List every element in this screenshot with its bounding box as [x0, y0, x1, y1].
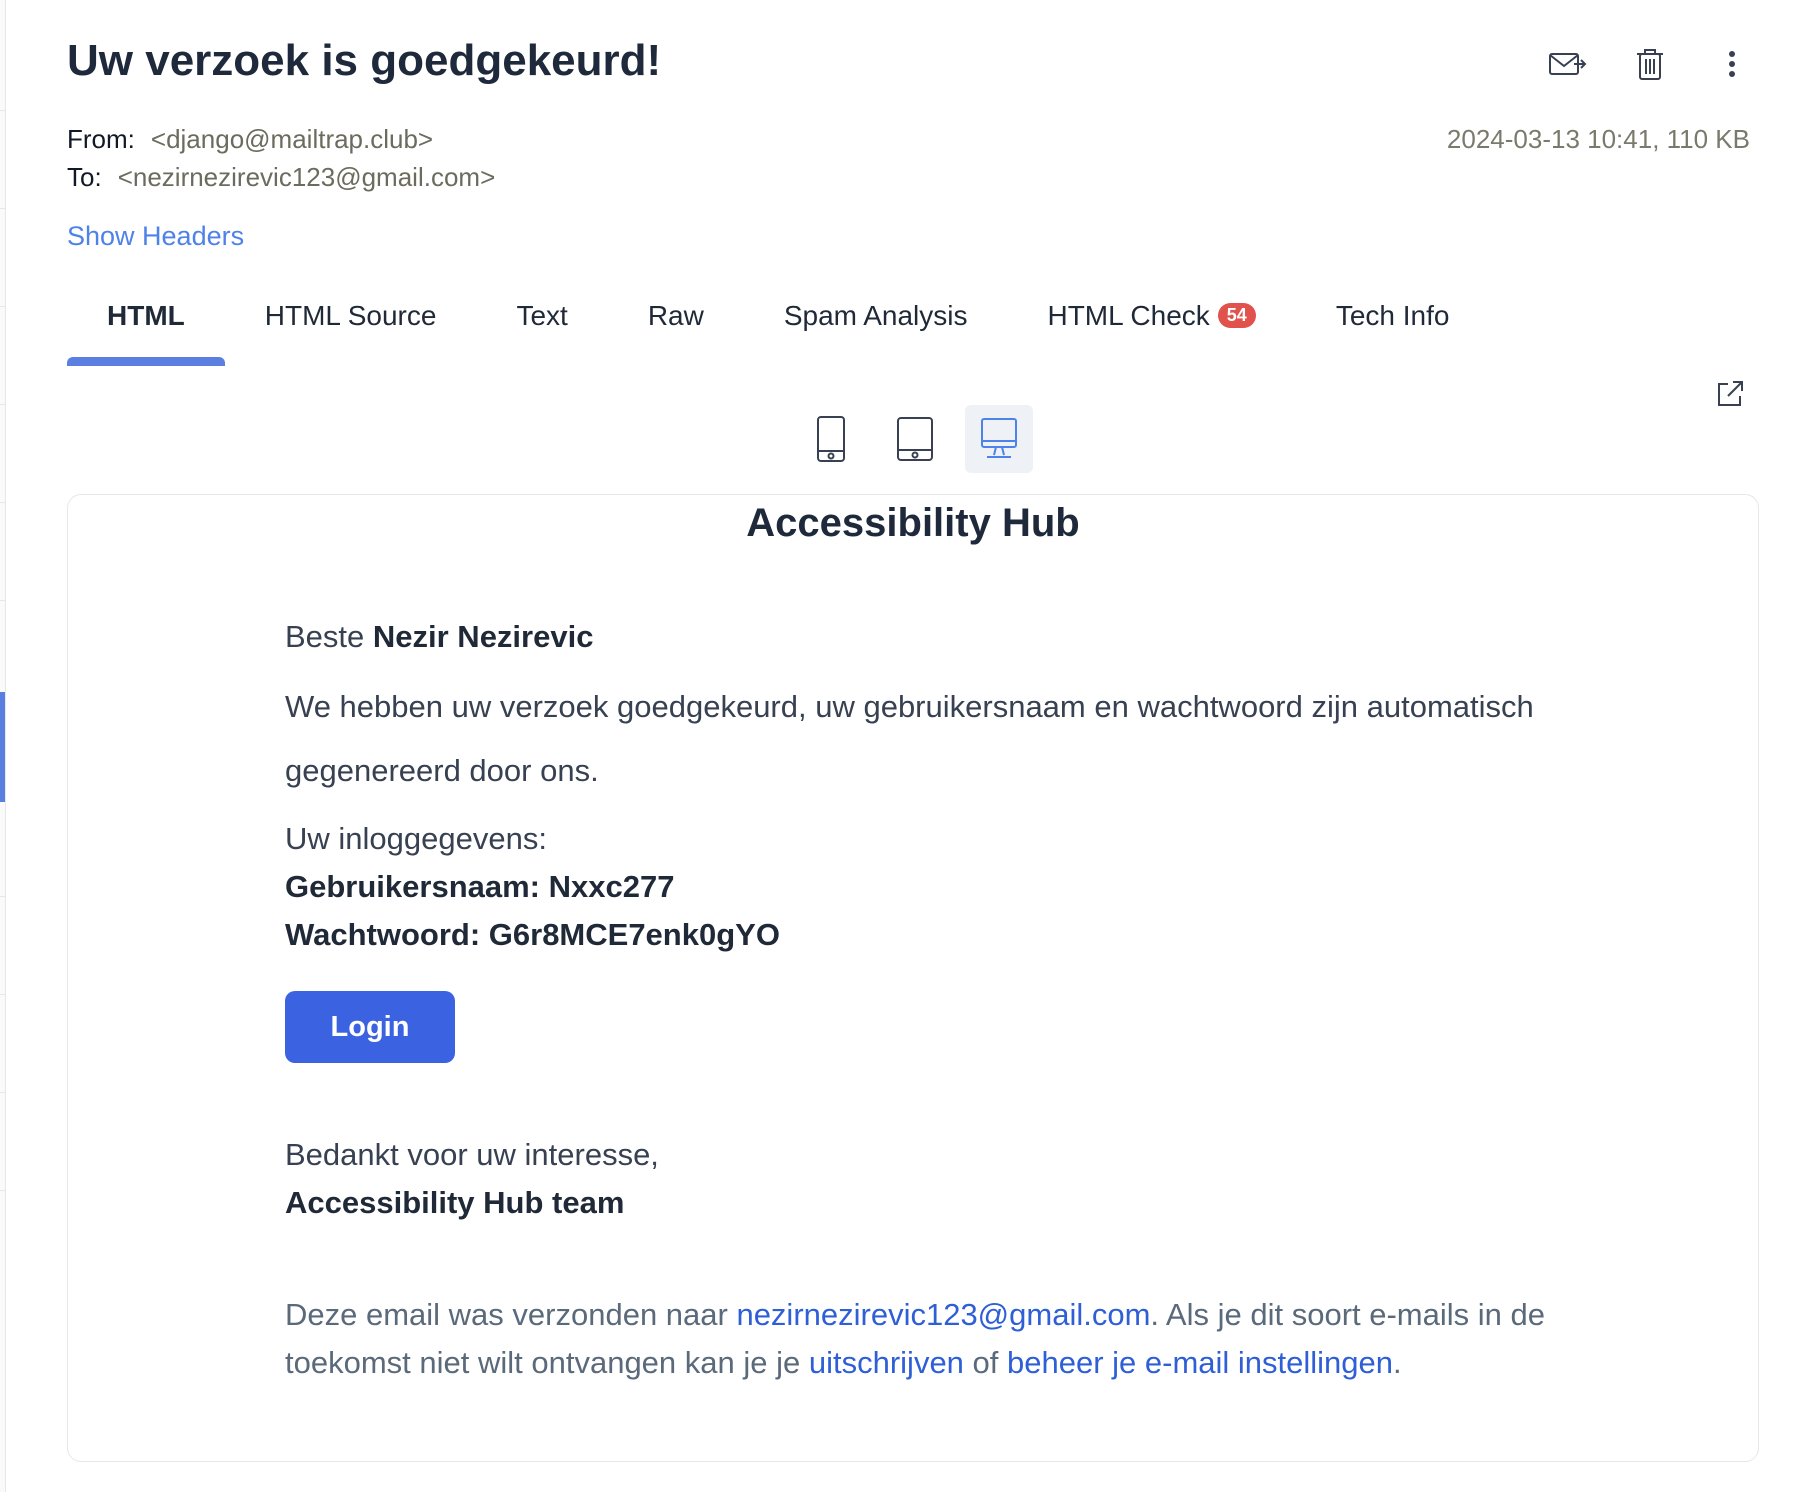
tab-html[interactable]: HTML — [67, 294, 225, 366]
mobile-view-button[interactable] — [797, 405, 865, 473]
rail-active-indicator — [0, 692, 5, 802]
manage-email-settings-link[interactable]: beheer je e-mail instellingen — [1007, 1345, 1393, 1380]
footer-or: of — [963, 1345, 1008, 1380]
rail-divider — [0, 208, 6, 209]
tab-label: Text — [516, 300, 568, 331]
credentials-block: Uw inloggegevens: Gebruikersnaam: Nxxc27… — [285, 815, 1605, 959]
rail-divider — [0, 1092, 6, 1093]
email-body: Beste Nezir Nezirevic We hebben uw verzo… — [285, 617, 1605, 1387]
tab-label: Tech Info — [1335, 300, 1450, 331]
tab-tech-info[interactable]: Tech Info — [1296, 294, 1490, 366]
rail-divider — [0, 600, 6, 601]
tab-label: HTML Check — [1047, 300, 1210, 331]
message-subject: Uw verzoek is goedgekeurd! — [67, 36, 662, 85]
tab-raw[interactable]: Raw — [608, 294, 744, 366]
login-button[interactable]: Login — [285, 991, 455, 1063]
external-link-icon — [1718, 381, 1743, 406]
rail-divider — [0, 1190, 6, 1191]
left-rail — [0, 0, 6, 1492]
delete-button[interactable] — [1626, 40, 1674, 88]
to-row: To: <nezirnezirevic123@gmail.com> — [67, 162, 495, 193]
credentials-heading: Uw inloggegevens: — [285, 821, 547, 856]
desktop-icon — [981, 418, 1017, 458]
team-line: Accessibility Hub team — [285, 1185, 625, 1220]
rail-divider — [0, 404, 6, 405]
recipient-name: Nezir Nezirevic — [372, 619, 594, 654]
tab-label: Spam Analysis — [783, 300, 968, 331]
to-address: <nezirnezirevic123@gmail.com> — [117, 162, 496, 192]
device-preview-switcher — [797, 405, 1033, 473]
rail-divider — [0, 896, 6, 897]
tab-html-check[interactable]: HTML Check 54 — [1007, 294, 1295, 366]
unsubscribe-link[interactable]: uitschrijven — [809, 1345, 964, 1380]
more-vertical-icon — [1729, 51, 1735, 77]
message-actions — [1544, 40, 1756, 88]
thanks-line: Bedankt voor uw interesse, — [285, 1137, 659, 1172]
show-headers-link[interactable]: Show Headers — [67, 221, 244, 252]
from-label: From: — [67, 124, 135, 154]
rail-divider — [0, 306, 6, 307]
tab-label: Raw — [647, 300, 704, 331]
email-footer: Deze email was verzonden naar nezirnezir… — [285, 1291, 1585, 1387]
from-row: From: <django@mailtrap.club> — [67, 124, 433, 155]
tab-spam-analysis[interactable]: Spam Analysis — [744, 294, 1008, 366]
tab-label: HTML — [107, 300, 185, 331]
rail-divider — [0, 502, 6, 503]
mobile-icon — [817, 416, 845, 462]
from-address: <django@mailtrap.club> — [150, 124, 434, 154]
footer-prefix: Deze email was verzonden naar — [285, 1297, 737, 1332]
view-tabs: HTML HTML Source Text Raw Spam Analysis … — [67, 294, 1489, 366]
to-label: To: — [67, 162, 102, 192]
email-intro: We hebben uw verzoek goedgekeurd, uw geb… — [285, 689, 1534, 788]
html-check-count-badge: 54 — [1217, 303, 1256, 328]
email-signoff: Bedankt voor uw interesse, Accessibility… — [285, 1131, 1605, 1227]
more-options-button[interactable] — [1708, 40, 1756, 88]
tablet-view-button[interactable] — [881, 405, 949, 473]
greeting-prefix: Beste — [285, 619, 373, 654]
rail-divider — [0, 110, 6, 111]
forward-mail-icon — [1549, 53, 1587, 75]
tab-text[interactable]: Text — [476, 294, 607, 366]
footer-end: . — [1393, 1345, 1402, 1380]
open-in-new-window-button[interactable] — [1714, 378, 1750, 414]
forward-button[interactable] — [1544, 40, 1592, 88]
email-preview: Accessibility Hub Beste Nezir Nezirevic … — [67, 494, 1759, 1462]
trash-icon — [1637, 49, 1663, 80]
message-date-size: 2024-03-13 10:41, 110 KB — [1446, 124, 1750, 154]
email-brand-title: Accessibility Hub — [746, 501, 1080, 545]
desktop-view-button[interactable] — [965, 405, 1033, 473]
password-line: Wachtwoord: G6r8MCE7enk0gYO — [285, 917, 780, 952]
rail-divider — [0, 994, 6, 995]
recipient-email-link[interactable]: nezirnezirevic123@gmail.com — [736, 1297, 1150, 1332]
tablet-icon — [897, 417, 933, 461]
tab-html-source[interactable]: HTML Source — [225, 294, 477, 366]
username-line: Gebruikersnaam: Nxxc277 — [285, 869, 675, 904]
email-greeting: Beste Nezir Nezirevic — [285, 617, 1605, 657]
tab-label: HTML Source — [264, 300, 437, 331]
